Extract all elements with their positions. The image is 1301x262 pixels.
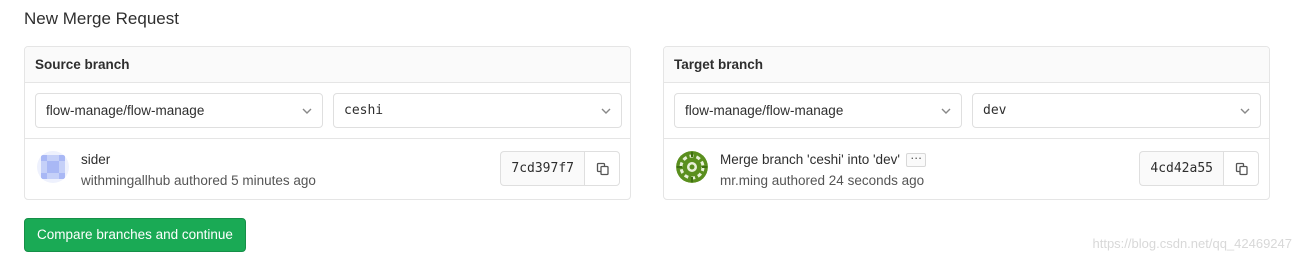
ellipsis-icon[interactable]: ··· [905,151,926,167]
source-project-select[interactable]: flow-manage/flow-manage [35,93,323,128]
source-commit-meta: withmingallhub authored 5 minutes ago [81,173,316,188]
target-commit-sha[interactable]: 4cd42a55 [1139,151,1223,186]
source-branch-header: Source branch [25,47,630,83]
copy-icon [596,162,609,176]
target-commit-title-text[interactable]: Merge branch 'ceshi' into 'dev' [720,152,900,167]
chevron-down-icon [601,108,611,114]
copy-sha-button[interactable] [1223,151,1259,186]
user-avatar-image [676,151,708,183]
target-branch-select[interactable]: dev [972,93,1261,128]
page-title: New Merge Request [24,9,179,28]
target-commit-title: Merge branch 'ceshi' into 'dev' ··· [720,151,926,167]
target-commit: Merge branch 'ceshi' into 'dev' ··· mr.mi… [664,139,1269,199]
chevron-down-icon [941,108,951,114]
identicon-image [37,151,69,183]
target-branch-panel: Target branch flow-manage/flow-manage de… [663,46,1270,200]
source-branch-value: ceshi [344,103,384,118]
target-commit-meta: mr.ming authored 24 seconds ago [720,173,925,188]
copy-icon [1235,162,1248,176]
source-commit-title[interactable]: sider [81,152,110,167]
target-branch-value: dev [983,103,1007,118]
compare-branches-button[interactable]: Compare branches and continue [24,218,246,252]
source-sha-group: 7cd397f7 [500,151,620,186]
watermark: https://blog.csdn.net/qq_42469247 [1092,236,1293,251]
user-avatar[interactable] [676,151,708,183]
source-commit-sha[interactable]: 7cd397f7 [500,151,584,186]
target-project-value: flow-manage/flow-manage [685,103,844,118]
copy-sha-button[interactable] [584,151,620,186]
identicon-avatar[interactable] [37,151,69,183]
target-sha-group: 4cd42a55 [1139,151,1259,186]
chevron-down-icon [1240,108,1250,114]
source-selects: flow-manage/flow-manage ceshi [25,83,630,139]
source-commit: sider withmingallhub authored 5 minutes … [25,139,630,199]
chevron-down-icon [302,108,312,114]
target-project-select[interactable]: flow-manage/flow-manage [674,93,962,128]
source-branch-select[interactable]: ceshi [333,93,622,128]
target-branch-header: Target branch [664,47,1269,83]
source-branch-panel: Source branch flow-manage/flow-manage ce… [24,46,631,200]
source-project-value: flow-manage/flow-manage [46,103,205,118]
target-selects: flow-manage/flow-manage dev [664,83,1269,139]
